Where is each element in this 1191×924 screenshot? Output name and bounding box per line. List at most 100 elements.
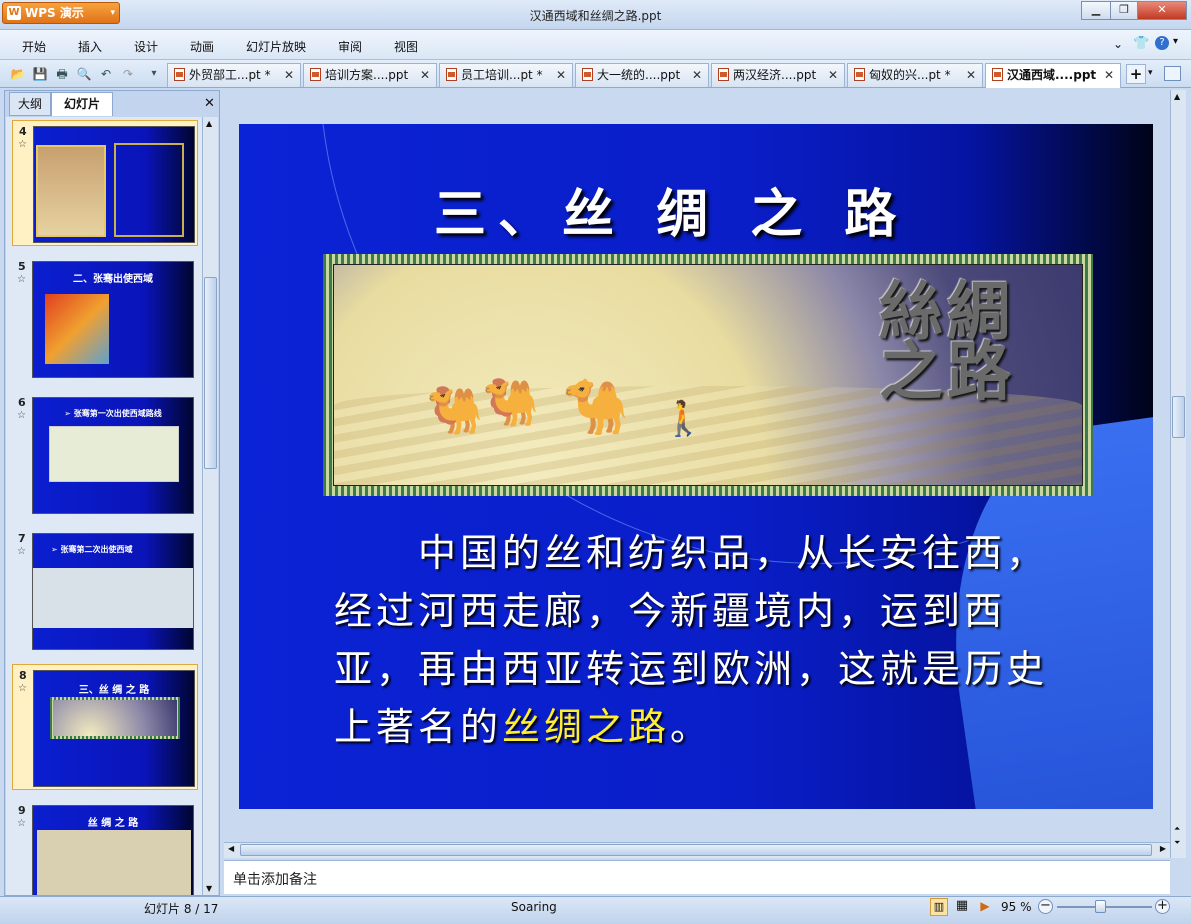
slide-number: 8 — [19, 669, 27, 682]
body-period: 。 — [670, 705, 713, 749]
slide-thumbnail-6[interactable]: 6 ☆ ➢ 张骞第一次出使西域路线 — [12, 392, 198, 518]
editor-scrollbar[interactable]: ▲ ⏶ ⏷ — [1170, 90, 1186, 858]
tab-label: 外贸部工...pt * — [189, 68, 271, 82]
close-tab-icon[interactable]: ✕ — [828, 64, 838, 86]
chevron-down-icon[interactable]: ▾ — [1173, 36, 1178, 47]
traveler-icon: 🚶 — [662, 399, 705, 439]
slide-counter: 幻灯片 8 / 17 — [144, 902, 219, 916]
close-tab-icon[interactable]: ✕ — [1104, 64, 1114, 86]
slideshow-icon[interactable]: ▶ — [976, 898, 994, 916]
tab-outline[interactable]: 大纲 — [9, 92, 51, 116]
camel-icon: 🐫 — [426, 383, 484, 437]
camel-icon: 🐫 — [482, 375, 540, 429]
close-tab-icon[interactable]: ✕ — [692, 64, 702, 86]
map-image — [37, 830, 191, 895]
horizontal-scrollbar[interactable]: ◀ ▶ — [224, 842, 1170, 858]
close-tab-icon[interactable]: ✕ — [420, 64, 430, 86]
slide-thumbnail-4[interactable]: 4 ☆ — [12, 120, 198, 246]
ppt-file-icon — [582, 68, 593, 81]
thumbnail-image: ➢ 张骞第一次出使西域路线 — [32, 397, 194, 514]
slide-title[interactable]: 三、丝 绸 之 路 — [434, 172, 908, 247]
customize-toolbar-icon[interactable]: ▾ — [146, 66, 162, 82]
scroll-thumb[interactable] — [240, 844, 1152, 856]
tab-list-icon[interactable] — [1164, 66, 1181, 81]
document-tab[interactable]: 大一统的....ppt ✕ — [575, 63, 709, 87]
zoom-slider-thumb[interactable] — [1095, 900, 1106, 913]
print-icon[interactable]: 🖶 — [54, 66, 70, 82]
thumbnail-title: 丝 绸 之 路 — [87, 818, 139, 829]
skin-shirt-icon[interactable]: 👕 — [1133, 36, 1149, 51]
new-tab-plus-icon[interactable]: + — [1126, 64, 1146, 84]
redo-icon[interactable]: ↷ — [120, 66, 136, 82]
zoom-in-icon[interactable]: + — [1155, 899, 1170, 914]
animation-star-icon: ☆ — [17, 818, 26, 829]
chevron-down-icon[interactable]: ▾ — [1148, 68, 1153, 78]
close-tab-icon[interactable]: ✕ — [284, 64, 294, 86]
thumbnail-image: ➢ 张骞第二次出使西域 — [32, 533, 194, 650]
open-folder-icon[interactable]: 📂 — [10, 66, 26, 82]
close-tab-icon[interactable]: ✕ — [556, 64, 566, 86]
current-slide[interactable]: 三、丝 绸 之 路 🐫 🐫 🐪 🚶 絲綢之路 中国的丝和纺织品，从长安往西，经过… — [239, 124, 1153, 809]
minimize-button[interactable]: ▁ — [1081, 1, 1111, 20]
slide-number: 6 — [18, 396, 26, 409]
thumbnail-image: 三、丝 绸 之 路 — [33, 670, 195, 787]
document-tab[interactable]: 员工培训...pt * ✕ — [439, 63, 573, 87]
menu-slideshow[interactable]: 幻灯片放映 — [246, 38, 306, 55]
close-window-button[interactable]: ✕ — [1137, 1, 1187, 20]
menu-insert[interactable]: 插入 — [78, 38, 102, 55]
thumbnail-image: 丝 绸 之 路 — [32, 805, 194, 895]
tab-slides[interactable]: 幻灯片 — [51, 92, 113, 116]
notes-pane[interactable]: 单击添加备注 — [224, 860, 1170, 894]
menu-view[interactable]: 视图 — [394, 38, 418, 55]
zoom-out-icon[interactable]: − — [1038, 899, 1053, 914]
ribbon-collapse-icon[interactable]: ⌄ — [1113, 37, 1123, 51]
ppt-file-icon — [718, 68, 729, 81]
slide-thumbnail-9[interactable]: 9 ☆ 丝 绸 之 路 — [12, 800, 198, 895]
close-tab-icon[interactable]: ✕ — [966, 64, 976, 86]
thumbnail-title: 二、张骞出使西域 — [73, 274, 153, 285]
highlight-text: 丝绸之路 — [502, 705, 671, 749]
menu-design[interactable]: 设计 — [134, 38, 158, 55]
scroll-thumb[interactable] — [1172, 396, 1185, 438]
tab-label: 匈奴的兴...pt * — [869, 68, 951, 82]
thumbnail-scrollbar[interactable]: ▲ ▼ — [202, 117, 218, 895]
help-icon[interactable]: ? — [1155, 36, 1169, 50]
document-tab[interactable]: 两汉经济....ppt ✕ — [711, 63, 845, 87]
save-icon[interactable]: 💾 — [32, 66, 48, 82]
normal-view-icon[interactable]: ▥ — [930, 898, 948, 916]
print-preview-icon[interactable]: 🔍 — [76, 66, 92, 82]
grotto-image — [36, 145, 106, 237]
slide-number: 4 — [19, 125, 27, 138]
document-tab[interactable]: 培训方案....ppt ✕ — [303, 63, 437, 87]
document-tab[interactable]: 匈奴的兴...pt * ✕ — [847, 63, 983, 87]
slide-thumbnail-7[interactable]: 7 ☆ ➢ 张骞第二次出使西域 — [12, 528, 198, 654]
tab-label: 两汉经济....ppt — [733, 68, 817, 82]
arrows-image — [33, 568, 193, 628]
animation-star-icon: ☆ — [17, 274, 26, 285]
slide-thumbnail-8[interactable]: 8 ☆ 三、丝 绸 之 路 — [12, 664, 198, 790]
tab-label: 大一统的....ppt — [597, 68, 681, 82]
document-tab[interactable]: 外贸部工...pt * ✕ — [167, 63, 301, 87]
animation-star-icon: ☆ — [17, 546, 26, 557]
slide-body-text[interactable]: 中国的丝和纺织品，从长安往西，经过河西走廊，今新疆境内，运到西亚，再由西亚转运到… — [334, 524, 1074, 756]
silk-road-calligraphy: 絲綢之路 — [879, 275, 1015, 410]
slide-number: 9 — [18, 804, 26, 817]
close-panel-icon[interactable]: ✕ — [204, 96, 215, 111]
slide-thumbnail-5[interactable]: 5 ☆ 二、张骞出使西域 — [12, 256, 198, 382]
route-map-image — [49, 426, 179, 482]
scroll-thumb[interactable] — [204, 277, 217, 469]
camel-rider-icon: 🐪 — [562, 375, 630, 438]
ppt-file-icon — [446, 68, 457, 81]
menu-animation[interactable]: 动画 — [190, 38, 214, 55]
thumbnail-image: 二、张骞出使西域 — [32, 261, 194, 378]
text-frame — [114, 143, 184, 237]
silk-road-picture[interactable]: 🐫 🐫 🐪 🚶 絲綢之路 — [323, 254, 1093, 496]
undo-icon[interactable]: ↶ — [98, 66, 114, 82]
slide-sorter-icon[interactable]: ▦ — [953, 898, 971, 916]
document-tab-active[interactable]: 汉通西域....ppt ✕ — [985, 63, 1121, 88]
maximize-button[interactable]: ❐ — [1110, 1, 1138, 20]
menu-home[interactable]: 开始 — [22, 38, 46, 55]
theme-name: Soaring — [511, 900, 557, 914]
menu-review[interactable]: 审阅 — [338, 38, 362, 55]
slide-number: 7 — [18, 532, 26, 545]
